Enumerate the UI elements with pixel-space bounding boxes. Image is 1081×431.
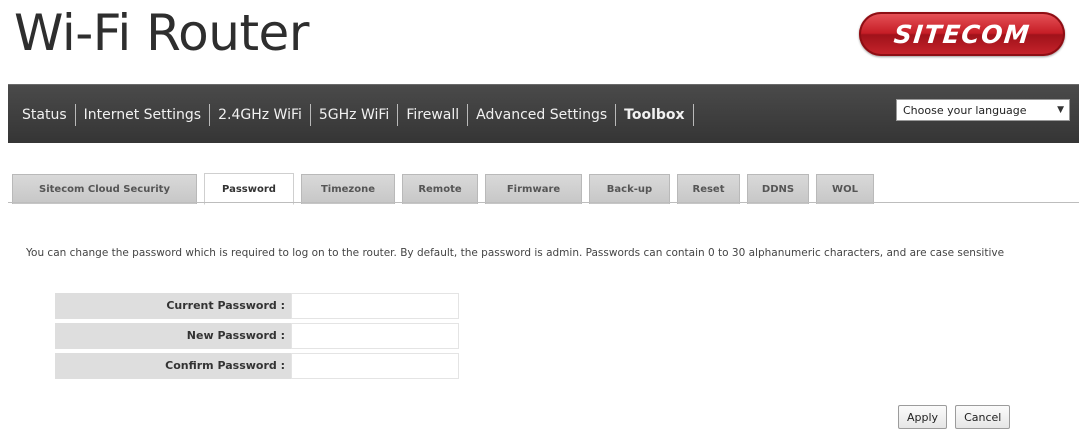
tab-ddns[interactable]: DDNS: [747, 174, 809, 204]
nav-item-internet-settings[interactable]: Internet Settings: [76, 107, 209, 123]
tab-divider: [8, 202, 1079, 203]
nav-separator: [397, 104, 399, 126]
language-select-value: Choose your language: [903, 103, 1027, 117]
tab-firmware[interactable]: Firmware: [485, 174, 582, 204]
nav-item-5ghz-wifi[interactable]: 5GHz WiFi: [311, 107, 397, 123]
password-description: You can change the password which is req…: [26, 247, 1005, 259]
nav-separator: [692, 104, 694, 126]
main-navbar: Status Internet Settings 2.4GHz WiFi 5GH…: [8, 84, 1079, 143]
toolbox-tabs: Sitecom Cloud Security Password Timezone…: [12, 172, 881, 205]
tab-sitecom-cloud-security[interactable]: Sitecom Cloud Security: [12, 174, 197, 204]
form-row-confirm-password: Confirm Password :: [55, 353, 459, 379]
logo-text: SITECOM: [892, 19, 1032, 49]
current-password-field[interactable]: [291, 293, 459, 319]
language-select[interactable]: Choose your language ▼: [896, 99, 1070, 121]
page-title: Wi-Fi Router: [14, 4, 309, 62]
tab-password[interactable]: Password: [204, 173, 294, 205]
tab-timezone[interactable]: Timezone: [301, 174, 395, 204]
password-form: Current Password : New Password : Confir…: [55, 293, 459, 383]
nav-item-firewall[interactable]: Firewall: [398, 107, 467, 123]
router-admin-page: Wi-Fi Router SITECOM Status Internet Set…: [0, 0, 1081, 431]
nav-separator: [309, 104, 311, 126]
nav-separator: [209, 104, 211, 126]
tab-remote[interactable]: Remote: [402, 174, 478, 204]
confirm-password-label: Confirm Password :: [55, 353, 291, 379]
nav-separator: [615, 104, 617, 126]
apply-button[interactable]: Apply: [898, 405, 948, 429]
form-row-new-password: New Password :: [55, 323, 459, 349]
new-password-label: New Password :: [55, 323, 291, 349]
nav-item-advanced-settings[interactable]: Advanced Settings: [468, 107, 615, 123]
cancel-button[interactable]: Cancel: [955, 405, 1011, 429]
tab-wol[interactable]: WOL: [816, 174, 874, 204]
form-actions: Apply Cancel: [898, 405, 1011, 429]
nav-item-24ghz-wifi[interactable]: 2.4GHz WiFi: [210, 107, 310, 123]
tab-reset[interactable]: Reset: [677, 174, 740, 204]
new-password-field[interactable]: [291, 323, 459, 349]
nav-item-toolbox[interactable]: Toolbox: [616, 107, 692, 123]
nav-separator: [74, 104, 76, 126]
confirm-password-field[interactable]: [291, 353, 459, 379]
current-password-label: Current Password :: [55, 293, 291, 319]
form-row-current-password: Current Password :: [55, 293, 459, 319]
chevron-down-icon: ▼: [1057, 105, 1064, 115]
tab-back-up[interactable]: Back-up: [589, 174, 670, 204]
nav-item-status[interactable]: Status: [14, 107, 75, 123]
sitecom-logo: SITECOM: [859, 12, 1065, 56]
nav-items: Status Internet Settings 2.4GHz WiFi 5GH…: [14, 104, 694, 126]
nav-separator: [467, 104, 469, 126]
